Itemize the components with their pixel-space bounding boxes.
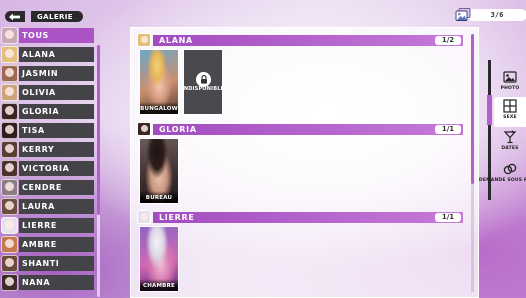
avatar	[1, 274, 18, 291]
grid-icon	[503, 99, 517, 113]
section-title-bar: ALANA 1/2	[153, 34, 463, 46]
avatar	[1, 236, 18, 253]
sidebar-item-label: KERRY	[19, 142, 94, 157]
sidebar-item-shanti[interactable]: SHANTI	[1, 255, 94, 272]
avatar	[137, 210, 151, 224]
section-title: LIERRE	[159, 212, 195, 222]
avatar	[137, 122, 151, 136]
avatar	[1, 103, 18, 120]
gallery-stack-icon	[455, 8, 471, 21]
section-header: LIERRE 1/1	[137, 210, 463, 224]
character-sidebar: TOUS ALANA JASMIN OLIVIA GLORIA TISA KERRY VICT…	[0, 27, 104, 298]
top-bar: GALERIE 3/6	[0, 0, 526, 24]
avatar	[1, 160, 18, 177]
gallery-section-lierre: LIERRE 1/1 CHAMBRE	[137, 210, 463, 294]
sidebar-item-alana[interactable]: ALANA	[1, 46, 94, 63]
scene-card[interactable]: BUREAU	[139, 138, 179, 204]
rings-icon	[503, 163, 517, 175]
scene-caption: CHAMBRE	[140, 279, 178, 291]
sidebar-item-gloria[interactable]: GLORIA	[1, 103, 94, 120]
sidebar-item-olivia[interactable]: OLIVIA	[1, 84, 94, 101]
sidebar-item-kerry[interactable]: KERRY	[1, 141, 94, 158]
scene-card[interactable]: BUNGALOW	[139, 49, 179, 115]
gallery-counter-value: 3/6	[467, 9, 526, 21]
sidebar-item-tisa[interactable]: TISA	[1, 122, 94, 139]
scene-caption: INDISPONIBLE	[183, 86, 223, 92]
section-title: ALANA	[159, 35, 193, 45]
avatar	[1, 84, 18, 101]
avatar	[1, 217, 18, 234]
filter-tab-sexe[interactable]: SEXE	[494, 97, 526, 127]
section-header: GLORIA 1/1	[137, 122, 463, 136]
filter-tab-label: SEXE	[503, 115, 517, 120]
sidebar-item-victoria[interactable]: VICTORIA	[1, 160, 94, 177]
section-count: 1/1	[435, 212, 461, 222]
gallery-section-alana: ALANA 1/2 BUNGALOW INDISPONIBLE	[137, 33, 463, 117]
sidebar-item-label: OLIVIA	[19, 85, 94, 100]
section-header: ALANA 1/2	[137, 33, 463, 47]
back-group: GALERIE	[5, 10, 83, 23]
sidebar-item-label: NANA	[19, 275, 94, 290]
section-count: 1/1	[435, 124, 461, 134]
avatar	[1, 122, 18, 139]
avatar	[1, 179, 18, 196]
sidebar-item-cendre[interactable]: CENDRE	[1, 179, 94, 196]
sidebar-item-nana[interactable]: NANA	[1, 274, 94, 291]
sidebar-scrollbar[interactable]	[97, 45, 100, 297]
gallery-section-gloria: GLORIA 1/1 BUREAU	[137, 122, 463, 206]
sidebar-item-label: AMBRE	[19, 237, 94, 252]
section-title-bar: LIERRE 1/1	[153, 211, 463, 223]
scene-card[interactable]: CHAMBRE	[139, 226, 179, 292]
sidebar-item-label: TOUS	[19, 28, 94, 43]
avatar	[137, 33, 151, 47]
back-arrow-icon	[9, 13, 20, 20]
sidebar-item-label: LIERRE	[19, 218, 94, 233]
sidebar-item-label: SHANTI	[19, 256, 94, 271]
locked-scene-card[interactable]: INDISPONIBLE	[183, 49, 223, 115]
gallery-scroll-thumb[interactable]	[471, 34, 474, 184]
sidebar-item-label: GLORIA	[19, 104, 94, 119]
sidebar-item-label: LAURA	[19, 199, 94, 214]
sidebar-item-label: JASMIN	[19, 66, 94, 81]
avatar	[1, 198, 18, 215]
sidebar-scroll-thumb[interactable]	[97, 45, 100, 215]
avatar	[1, 255, 18, 272]
section-title-bar: GLORIA 1/1	[153, 123, 463, 135]
sidebar-item-label: VICTORIA	[19, 161, 94, 176]
scene-caption: BUNGALOW	[140, 102, 178, 114]
sidebar-item-jasmin[interactable]: JASMIN	[1, 65, 94, 82]
section-title: GLORIA	[159, 124, 197, 134]
sidebar-item-ambre[interactable]: AMBRE	[1, 236, 94, 253]
avatar	[1, 141, 18, 158]
filter-tab-photo[interactable]: PHOTO	[494, 68, 526, 98]
filter-tab-demande[interactable]: DEMANDE SOUS REGLE	[479, 160, 526, 190]
section-count: 1/2	[435, 35, 461, 45]
sidebar-item-lierre[interactable]: LIERRE	[1, 217, 94, 234]
sidebar-item-label: ALANA	[19, 47, 94, 62]
filter-tab-label: DATES	[501, 146, 519, 151]
avatar	[1, 65, 18, 82]
gallery-panel: ALANA 1/2 BUNGALOW INDISPONIBLE GLORIA 1/1 BUR…	[130, 27, 479, 298]
avatar	[1, 27, 18, 44]
avatar	[1, 46, 18, 63]
gallery-counter: 3/6	[455, 8, 526, 22]
photo-icon	[503, 71, 517, 83]
filter-rail-marker	[487, 95, 492, 125]
sidebar-item-tous[interactable]: TOUS	[1, 27, 94, 44]
scene-caption: BUREAU	[140, 191, 178, 203]
page-title: GALERIE	[31, 11, 83, 22]
filter-tab-label: DEMANDE SOUS REGLE	[478, 178, 526, 183]
filter-tab-label: PHOTO	[500, 86, 520, 91]
filter-tab-dates[interactable]: DATES	[494, 128, 526, 158]
cocktail-icon	[503, 130, 517, 144]
back-button[interactable]	[5, 11, 25, 22]
gallery-scrollbar[interactable]	[471, 34, 474, 292]
sidebar-item-label: CENDRE	[19, 180, 94, 195]
sidebar-item-laura[interactable]: LAURA	[1, 198, 94, 215]
sidebar-item-label: TISA	[19, 123, 94, 138]
